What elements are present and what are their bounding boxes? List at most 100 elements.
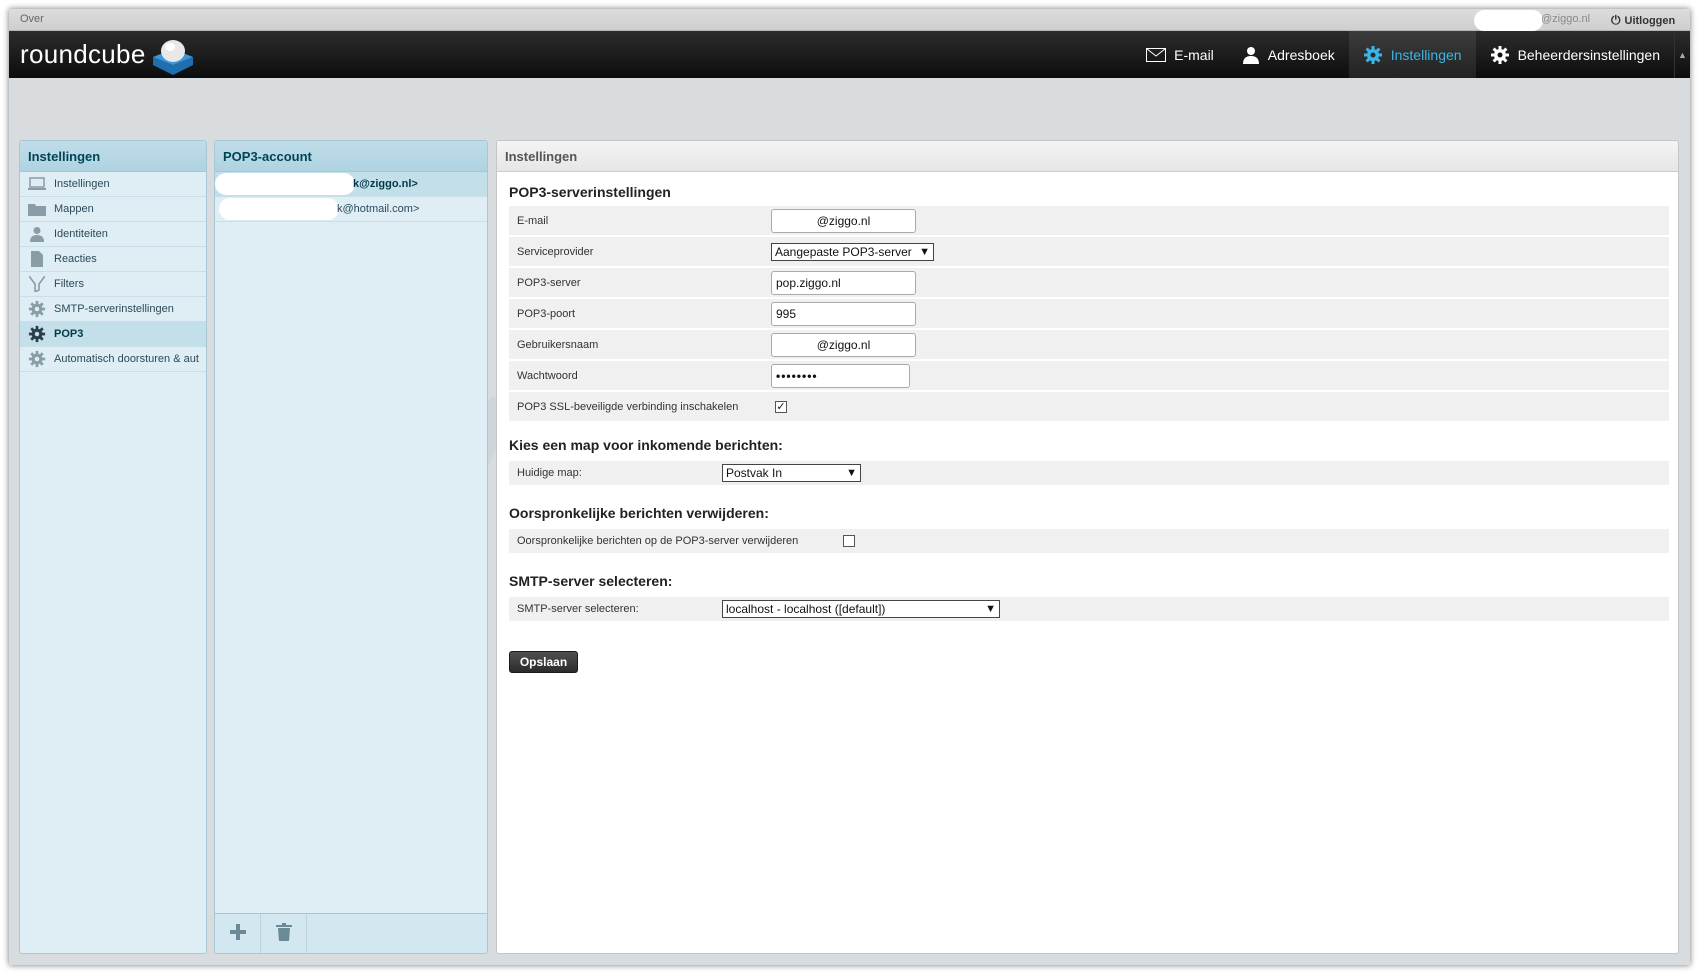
user-name: @ziggo.nl (1541, 13, 1591, 25)
section-label: Reacties (54, 253, 97, 265)
gear-icon (28, 300, 46, 318)
smtp-value: localhost - localhost ([default]) (726, 602, 886, 616)
chevron-down-icon: ▼ (846, 467, 857, 479)
section-instellingen[interactable]: Instellingen (20, 172, 206, 197)
redacted-mask (1474, 10, 1543, 31)
settings-sections-panel: Instellingen Instellingen Mappen Identit… (19, 140, 207, 954)
main-nav: E-mail Adresboek Instellingen Beheerders… (1132, 31, 1690, 78)
laptop-icon (28, 175, 46, 193)
add-account-button[interactable] (215, 914, 261, 953)
plus-icon (229, 924, 246, 943)
filter-icon (28, 275, 46, 293)
nav-settings[interactable]: Instellingen (1348, 31, 1476, 78)
section-label: Identiteiten (54, 228, 108, 240)
email-field[interactable]: @ziggo.nl (771, 208, 916, 233)
provider-row: Serviceprovider Aangepaste POP3-server ▼ (509, 237, 1669, 268)
server-row: POP3-server pop.ziggo.nl (509, 268, 1669, 299)
delete-row: Oorspronkelijke berichten op de POP3-ser… (509, 529, 1669, 555)
browser-frame: Over @ziggo.nl ⏻ Uitloggen roundcube E-ma… (9, 9, 1690, 965)
pop3-settings-panel: Instellingen POP3-serverinstellingen E-m… (496, 140, 1679, 954)
port-field[interactable]: 995 (771, 301, 916, 326)
section-label: Filters (54, 278, 84, 290)
section-autoforward[interactable]: Automatisch doorsturen & aut (20, 347, 206, 372)
smtp-select[interactable]: localhost - localhost ([default]) ▼ (722, 600, 1000, 618)
about-link[interactable]: Over (20, 13, 44, 25)
port-row: POP3-poort 995 (509, 299, 1669, 330)
gear-icon (1490, 45, 1510, 65)
section-identiteiten[interactable]: Identiteiten (20, 222, 206, 247)
save-button[interactable]: Opslaan (509, 651, 578, 673)
nav-email[interactable]: E-mail (1132, 31, 1228, 78)
delete-account-button[interactable] (261, 914, 307, 953)
top-line: Over @ziggo.nl ⏻ Uitloggen (9, 9, 1690, 31)
nav-settings-label: Instellingen (1390, 46, 1462, 63)
gear-icon (28, 350, 46, 368)
account-item[interactable]: k@ziggo.nl> (215, 172, 487, 197)
delete-checkbox[interactable] (843, 535, 855, 547)
folder-icon (28, 200, 46, 218)
section-label: Mappen (54, 203, 94, 215)
ssl-label: POP3 SSL-beveiligde verbinding inschakel… (517, 400, 739, 413)
account-item[interactable]: k@hotmail.com> (215, 197, 487, 222)
password-field[interactable]: •••••••• (771, 363, 910, 388)
gear-icon (28, 325, 46, 343)
section-label: Instellingen (54, 178, 110, 190)
redacted-mask (219, 198, 339, 220)
accounts-panel-title: POP3-account (215, 141, 487, 172)
port-label: POP3-poort (517, 307, 576, 320)
power-icon: ⏻ (1611, 13, 1621, 27)
provider-label: Serviceprovider (517, 245, 594, 258)
logout-label: Uitloggen (1624, 15, 1676, 27)
document-icon (28, 250, 46, 268)
section-reacties[interactable]: Reacties (20, 247, 206, 272)
redacted-mask (215, 173, 355, 195)
folder-section-title: Kies een map voor inkomende berichten: (509, 437, 783, 453)
form-actions: Opslaan (509, 623, 1669, 683)
server-field[interactable]: pop.ziggo.nl (771, 270, 916, 295)
password-label: Wachtwoord (517, 369, 578, 382)
account-toolbar (215, 913, 487, 953)
chevron-down-icon: ▼ (985, 603, 996, 615)
folder-select[interactable]: Postvak In ▼ (722, 464, 861, 482)
password-row: Wachtwoord •••••••• (509, 361, 1669, 392)
folder-label: Huidige map: (517, 467, 582, 479)
logo-text[interactable]: roundcube (20, 39, 146, 70)
username-row: Gebruikersnaam @ziggo.nl (509, 330, 1669, 361)
ssl-checkbox[interactable]: ✓ (775, 400, 787, 413)
section-mappen[interactable]: Mappen (20, 197, 206, 222)
nav-email-label: E-mail (1174, 46, 1214, 63)
person-icon (1242, 46, 1260, 64)
settings-panel-title: Instellingen (20, 141, 206, 172)
nav-addressbook[interactable]: Adresboek (1228, 31, 1349, 78)
section-smtp[interactable]: SMTP-serverinstellingen (20, 297, 206, 322)
section-label: SMTP-serverinstellingen (54, 303, 174, 315)
section-pop3[interactable]: POP3 (20, 322, 206, 347)
delete-section-title: Oorspronkelijke berichten verwijderen: (509, 505, 769, 521)
chevron-down-icon: ▼ (919, 245, 930, 258)
server-label: POP3-server (517, 276, 581, 289)
email-label: E-mail (517, 214, 549, 227)
smtp-label: SMTP-server selecteren: (517, 603, 639, 615)
collapse-arrow-icon[interactable]: ▲ (1674, 31, 1690, 78)
roundcube-logo-icon (153, 40, 193, 75)
folder-row: Huidige map: Postvak In ▼ (509, 461, 1669, 487)
account-list: k@ziggo.nl> k@hotmail.com> (215, 172, 487, 222)
nav-admin-settings[interactable]: Beheerdersinstellingen (1476, 31, 1674, 78)
smtp-section-title: SMTP-server selecteren: (509, 573, 673, 589)
account-label: k@ziggo.nl> (353, 178, 418, 190)
trash-icon (275, 923, 292, 944)
nav-admin-label: Beheerdersinstellingen (1517, 46, 1660, 63)
pop3-accounts-panel: POP3-account k@ziggo.nl> k@hotmail.com> (214, 140, 488, 954)
pop3-form: POP3-serverinstellingen E-mail @ziggo.nl… (509, 184, 1669, 683)
folder-value: Postvak In (726, 466, 783, 480)
provider-select[interactable]: Aangepaste POP3-server ▼ (771, 242, 934, 261)
logout-button[interactable]: ⏻ Uitloggen (1611, 13, 1675, 28)
delete-label: Oorspronkelijke berichten op de POP3-ser… (517, 535, 799, 547)
section-label: POP3 (54, 328, 84, 340)
section-filters[interactable]: Filters (20, 272, 206, 297)
username-field[interactable]: @ziggo.nl (771, 332, 916, 357)
ssl-row: POP3 SSL-beveiligde verbinding inschakel… (509, 392, 1669, 423)
provider-value: Aangepaste POP3-server (775, 244, 912, 259)
server-section-title: POP3-serverinstellingen (509, 184, 671, 200)
nav-addressbook-label: Adresboek (1267, 46, 1335, 63)
